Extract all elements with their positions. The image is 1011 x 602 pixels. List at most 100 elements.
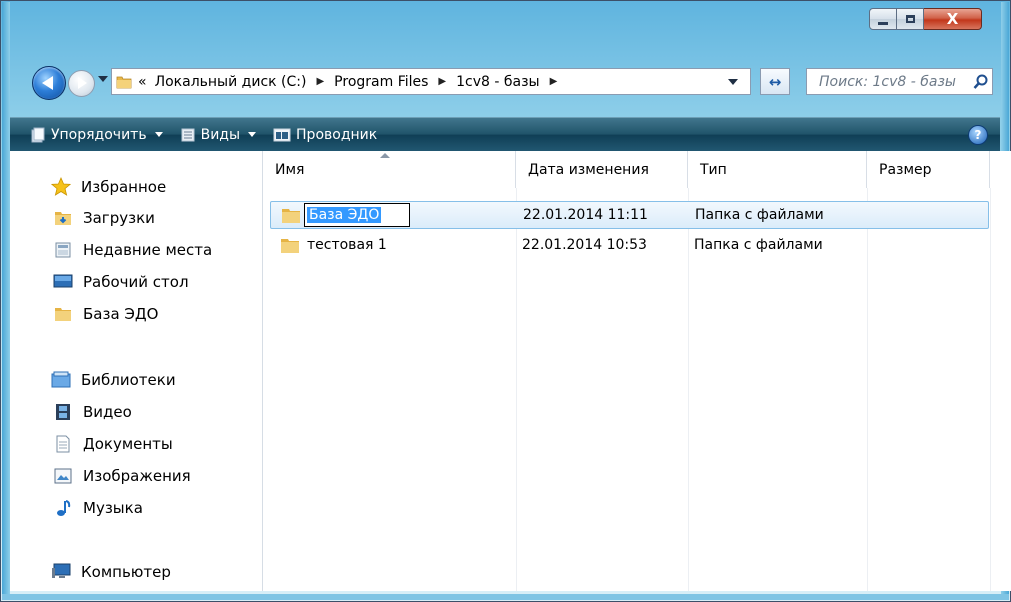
close-icon: X: [946, 9, 959, 28]
views-button[interactable]: Виды: [180, 126, 257, 143]
sidebar-item-label: Загрузки: [83, 209, 155, 227]
explorer-button[interactable]: Проводник: [273, 127, 377, 143]
sort-ascending-icon: [380, 153, 390, 158]
sidebar-item-computer[interactable]: Компьютер: [50, 563, 171, 581]
address-history-chevron-down-icon[interactable]: [728, 79, 738, 85]
explorer-label: Проводник: [296, 126, 378, 143]
views-label: Виды: [200, 126, 241, 143]
command-bar: Упорядочить Виды Проводник ?: [10, 117, 1000, 151]
minimize-icon: [878, 21, 888, 25]
search-icon[interactable]: [970, 74, 992, 90]
sidebar-header-favorites[interactable]: Избранное: [50, 177, 166, 197]
table-row[interactable]: тестовая 1 22.01.2014 10:53 Папка с файл…: [270, 231, 989, 259]
column-header-size[interactable]: Размер: [867, 151, 990, 188]
search-input[interactable]: Поиск: 1cv8 - базы: [807, 74, 970, 90]
sidebar-item-label: Документы: [83, 435, 173, 453]
recent-places-icon: [52, 241, 74, 259]
minimize-button[interactable]: [869, 8, 897, 30]
computer-icon: [50, 563, 72, 581]
row-name-cell[interactable]: База ЭДО: [281, 202, 411, 228]
column-header-label: Имя: [275, 161, 305, 178]
sidebar-item-label: Музыка: [83, 499, 143, 517]
address-bar[interactable]: « Локальный диск (C:) ▶ Program Files ▶ …: [111, 68, 751, 95]
row-date-cell: 22.01.2014 11:11: [523, 207, 648, 223]
breadcrumb-separator[interactable]: ▶: [438, 76, 446, 87]
row-date-cell: 22.01.2014 10:53: [522, 237, 647, 253]
search-box[interactable]: Поиск: 1cv8 - базы: [806, 68, 993, 95]
help-button[interactable]: ?: [968, 125, 988, 145]
column-header-date[interactable]: Дата изменения: [516, 151, 688, 188]
maximize-icon: [905, 15, 915, 23]
table-row[interactable]: База ЭДО 22.01.2014 11:11 Папка с файлам…: [270, 201, 989, 229]
row-type-cell: Папка с файлами: [694, 237, 823, 253]
star-icon: [50, 177, 72, 197]
row-type-cell: Папка с файлами: [695, 207, 824, 223]
forward-arrow-icon: [78, 77, 87, 89]
column-header-label: Дата изменения: [528, 161, 649, 178]
sidebar-header-label: Библиотеки: [81, 371, 176, 389]
sidebar-item-label: База ЭДО: [83, 305, 159, 323]
organize-icon: [30, 127, 46, 143]
refresh-button[interactable]: ↔: [760, 68, 790, 95]
recent-pages-chevron-down-icon[interactable]: [98, 76, 108, 82]
sidebar-item-edo-base[interactable]: База ЭДО: [52, 305, 158, 323]
folder-icon: [52, 305, 74, 323]
downloads-folder-icon: [52, 209, 74, 227]
folder-icon: [282, 209, 300, 223]
organize-button[interactable]: Упорядочить: [30, 127, 163, 143]
sidebar-item-recent-places[interactable]: Недавние места: [52, 241, 212, 259]
navigation-pane[interactable]: Избранное Загрузки Недавние места Рабочи…: [10, 151, 263, 591]
organize-label: Упорядочить: [51, 126, 147, 143]
column-header-name[interactable]: Имя: [263, 151, 516, 188]
sidebar-item-desktop[interactable]: Рабочий стол: [52, 273, 189, 291]
column-divider: [990, 188, 991, 591]
sidebar-item-video[interactable]: Видео: [52, 403, 132, 421]
back-button[interactable]: [32, 66, 66, 100]
row-name-label: тестовая 1: [307, 237, 387, 253]
explorer-icon: [273, 127, 291, 143]
forward-button[interactable]: [68, 70, 95, 97]
sidebar-item-label: Изображения: [83, 467, 191, 485]
refresh-icon: ↔: [768, 72, 782, 91]
sidebar-header-label: Избранное: [81, 178, 167, 196]
help-icon: ?: [974, 128, 982, 142]
row-name-cell[interactable]: тестовая 1: [280, 231, 387, 259]
breadcrumb-item-drive[interactable]: Локальный диск (C:): [155, 74, 307, 90]
sidebar-item-label: Рабочий стол: [83, 273, 189, 291]
file-list-view[interactable]: Имя Дата изменения Тип Размер База ЭДО 2: [263, 151, 1011, 591]
frame-bottom-edge: [2, 594, 1009, 600]
sidebar-item-label: Недавние места: [83, 241, 213, 259]
breadcrumb-item-program-files[interactable]: Program Files: [334, 74, 428, 90]
sidebar-item-downloads[interactable]: Загрузки: [52, 209, 155, 227]
column-header-label: Размер: [879, 161, 932, 178]
video-icon: [52, 403, 74, 421]
libraries-icon: [50, 371, 72, 389]
breadcrumb-item-1cv8[interactable]: 1cv8 - базы: [456, 74, 539, 90]
rename-input[interactable]: База ЭДО: [304, 203, 411, 227]
back-arrow-icon: [42, 76, 53, 90]
chevron-down-icon: [248, 132, 257, 137]
column-header-type[interactable]: Тип: [688, 151, 867, 188]
content-area: Избранное Загрузки Недавние места Рабочи…: [10, 151, 1011, 591]
navigation-bar: « Локальный диск (C:) ▶ Program Files ▶ …: [22, 62, 993, 102]
sidebar-item-documents[interactable]: Документы: [52, 435, 173, 453]
rename-selected-text: База ЭДО: [307, 207, 382, 223]
breadcrumb-overflow[interactable]: «: [138, 74, 147, 90]
breadcrumb-separator[interactable]: ▶: [550, 76, 558, 87]
chevron-down-icon: [154, 132, 163, 137]
breadcrumb-separator[interactable]: ▶: [316, 76, 324, 87]
music-icon: [52, 499, 74, 517]
column-header-label: Тип: [700, 161, 727, 178]
caption-buttons: X: [869, 8, 982, 30]
sidebar-item-music[interactable]: Музыка: [52, 499, 143, 517]
sidebar-header-libraries[interactable]: Библиотеки: [50, 371, 176, 389]
views-icon: [180, 127, 196, 143]
sidebar-item-label: Компьютер: [81, 563, 171, 581]
close-button[interactable]: X: [924, 8, 982, 30]
folder-icon: [116, 76, 132, 88]
sidebar-item-pictures[interactable]: Изображения: [52, 467, 191, 485]
pictures-icon: [52, 468, 74, 484]
folder-icon: [281, 239, 299, 253]
maximize-button[interactable]: [897, 8, 924, 30]
documents-icon: [52, 435, 74, 453]
